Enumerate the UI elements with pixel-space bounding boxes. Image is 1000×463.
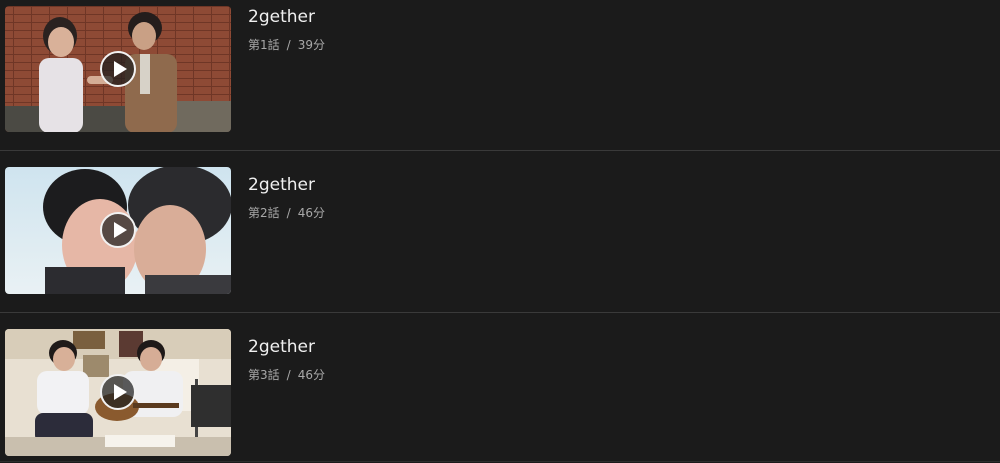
episode-1-separator: / [286,38,291,52]
episode-2-play-button[interactable] [100,212,136,248]
episode-list: 2gether 第1話 / 39分 2gether 第2話 / 46分 2gethe… [0,0,1000,462]
episode-1-play-button[interactable] [100,51,136,87]
episode-2-duration: 46分 [297,206,325,220]
episode-item-1[interactable]: 2gether 第1話 / 39分 [0,0,1000,132]
episode-3-number: 第3話 [248,368,280,382]
episode-3-duration: 46分 [297,368,325,382]
episode-1-duration: 39分 [297,38,325,52]
episode-2-separator: / [286,206,291,220]
episode-3-title[interactable]: 2gether [248,337,315,357]
episode-item-3[interactable]: 2gether 第3話 / 46分 [0,313,1000,463]
episode-2-number: 第2話 [248,206,280,220]
episode-3-separator: / [286,368,291,382]
episode-3-meta: 第3話 / 46分 [248,368,325,382]
episode-2-thumbnail[interactable] [5,167,231,294]
episode-1-meta: 第1話 / 39分 [248,38,325,52]
episode-3-play-button[interactable] [100,374,136,410]
episode-1-thumbnail[interactable] [5,6,231,132]
episode-1-title[interactable]: 2gether [248,7,315,27]
play-icon [114,61,127,77]
episode-1-number: 第1話 [248,38,280,52]
episode-2-meta: 第2話 / 46分 [248,206,325,220]
episode-2-title[interactable]: 2gether [248,175,315,195]
episode-item-2[interactable]: 2gether 第2話 / 46分 [0,151,1000,301]
episode-3-thumbnail[interactable] [5,329,231,456]
play-icon [114,384,127,400]
play-icon [114,222,127,238]
